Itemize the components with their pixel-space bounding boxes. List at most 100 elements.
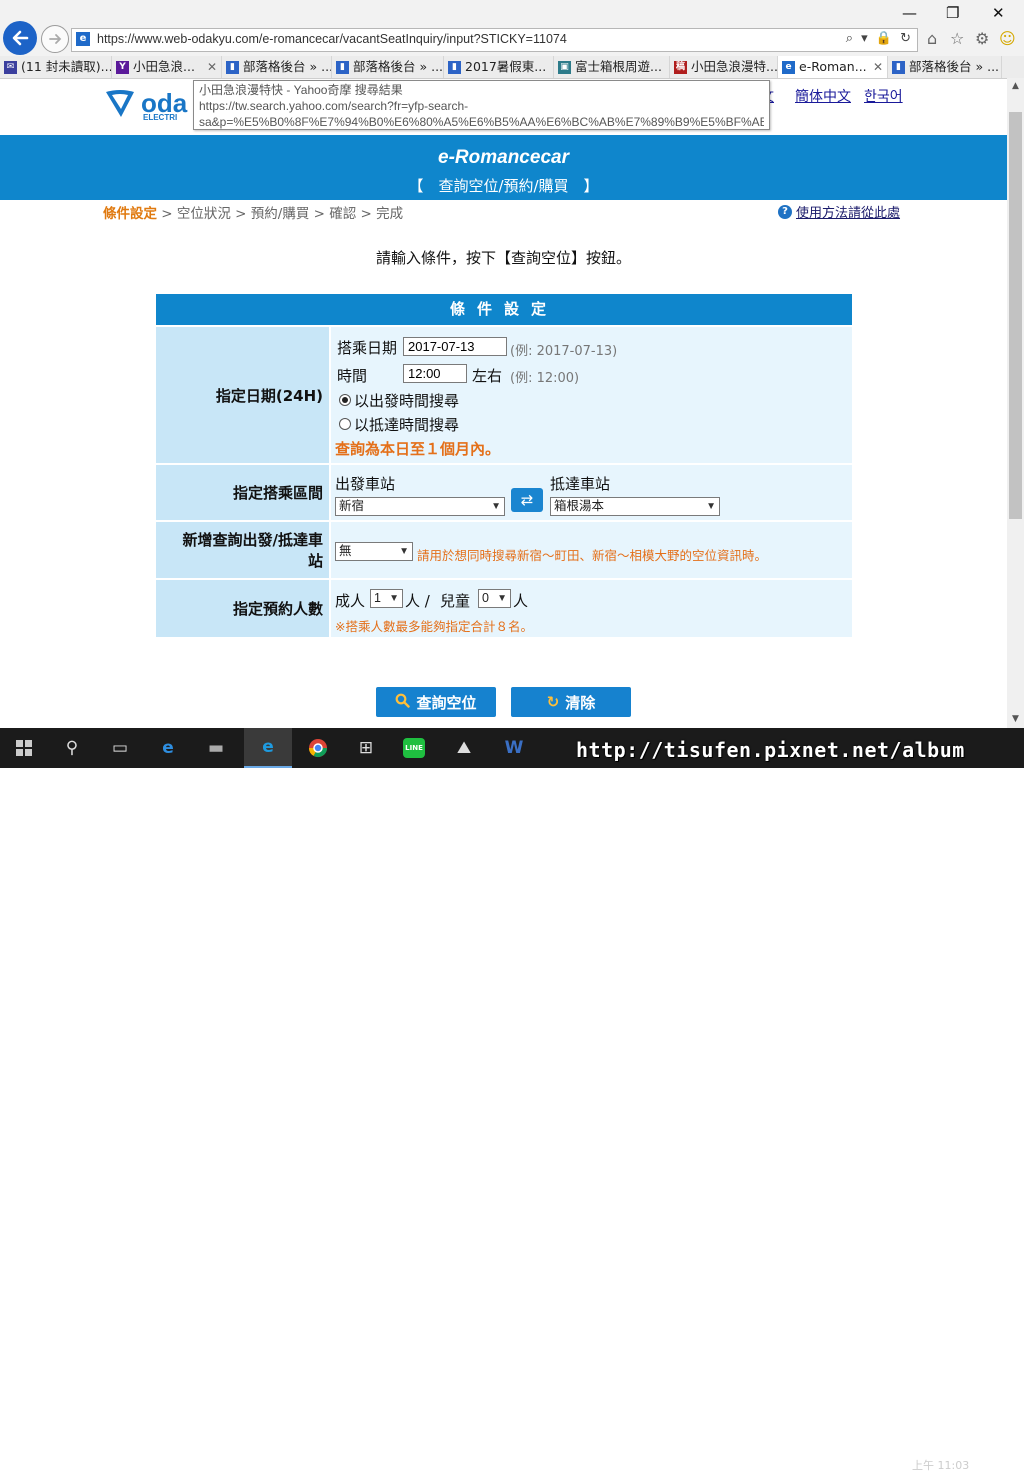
lang-link-korean[interactable]: 한국어 (864, 86, 903, 106)
extra-stations-label-line1: 新增查詢出發/抵達車 (182, 531, 323, 549)
extra-stations-select[interactable]: 無 ▼ (335, 542, 413, 561)
edge-browser-icon[interactable]: e (144, 728, 192, 768)
radio-arrival-label[interactable]: 以抵達時間搜尋 (354, 414, 459, 435)
date-label: 搭乘日期 (337, 339, 398, 357)
radio-search-by-arrival[interactable] (339, 418, 351, 430)
help-link[interactable]: ? 使用方法請從此處 (778, 202, 900, 221)
taskbar-search-icon[interactable]: ⚲ (48, 728, 96, 768)
time-label: 時間 (337, 367, 368, 385)
time-suffix: 左右 (472, 367, 503, 385)
extra-stations-note: 請用於想同時搜尋新宿～町田、新宿～相模大野的空位資訊時。 (417, 548, 768, 563)
forward-button[interactable] (41, 25, 69, 53)
breadcrumb-current: 條件設定 (103, 206, 157, 222)
tab-close-icon[interactable]: ✕ (207, 56, 221, 78)
tab-blog-admin-2[interactable]: ▮ 部落格後台 » ... (332, 56, 444, 78)
arrow-left-icon (12, 30, 29, 46)
internet-explorer-icon[interactable]: e (244, 728, 292, 768)
chevron-down-icon: ▼ (389, 593, 399, 604)
child-count-value: 0 (482, 591, 489, 605)
home-icon[interactable]: ⌂ (927, 29, 937, 48)
tab-yahoo[interactable]: Y 小田急浪... ✕ (112, 56, 222, 78)
blog-icon: ▮ (892, 60, 905, 74)
line-app-icon[interactable]: LINE (390, 728, 438, 768)
task-view-icon[interactable]: ▭ (96, 728, 144, 768)
back-button[interactable] (3, 21, 37, 55)
from-station-label: 出發車站 (335, 475, 396, 493)
from-station-value: 新宿 (339, 499, 365, 513)
clear-button-label: 清除 (565, 693, 596, 712)
adult-label: 成人 (335, 592, 366, 610)
date-input[interactable] (403, 337, 507, 356)
tab-odakyu-romancecar[interactable]: 稿 小田急浪漫特... (670, 56, 778, 78)
close-window-icon[interactable]: ✕ (992, 4, 1005, 22)
yahoo-icon: Y (116, 60, 129, 74)
date-section: 搭乘日期 (例: 2017-07-13) 時間 左右 (例: 12:00) 以出… (331, 327, 852, 463)
address-url[interactable]: https://www.web-odakyu.com/e-romancecar/… (97, 32, 567, 46)
address-bar[interactable]: e https://www.web-odakyu.com/e-romanceca… (71, 28, 918, 52)
clear-button[interactable]: ↻ 清除 (511, 687, 631, 717)
tab-label: 富士箱根周遊... (575, 59, 662, 74)
breadcrumb-steps: > 空位狀況 > 預約/購買 > 確認 > 完成 (157, 206, 404, 222)
tab-e-romancecar[interactable]: e e-Roman... ✕ (778, 56, 888, 78)
search-icon (395, 693, 411, 712)
smiley-feedback-icon[interactable]: ☺ (999, 29, 1016, 48)
tab-summer-trip[interactable]: ▮ 2017暑假東... (444, 56, 554, 78)
tab-label: 小田急浪漫特... (691, 59, 778, 74)
passenger-section: 成人 1 ▼ 人 / 兒童 0 ▼ 人 ※搭乘人數最多能夠指定合計８名。 (331, 580, 852, 637)
page-scrollbar[interactable]: ▲ ▼ (1007, 78, 1024, 728)
settings-gear-icon[interactable]: ⚙ (975, 29, 989, 48)
adult-count-select[interactable]: 1 ▼ (370, 589, 403, 608)
ie-icon: e (782, 60, 795, 74)
tab-hover-tooltip: 小田急浪漫特快 - Yahoo奇摩 搜尋結果 https://tw.search… (193, 80, 770, 130)
tab-label: (11 封未讀取)... (21, 59, 112, 74)
lang-link-simplified-chinese[interactable]: 簡体中文 (795, 86, 851, 106)
windows-start-icon[interactable] (0, 728, 48, 768)
child-count-select[interactable]: 0 ▼ (478, 589, 511, 608)
tab-close-icon[interactable]: ✕ (873, 56, 887, 78)
swap-stations-button[interactable]: ⇄ (511, 488, 543, 512)
file-explorer-icon[interactable]: ▬ (192, 728, 240, 768)
time-input[interactable] (403, 364, 467, 383)
tooltip-title: 小田急浪漫特快 - Yahoo奇摩 搜尋結果 (199, 83, 403, 97)
extra-stations-label: 新增查詢出發/抵達車 站 (156, 522, 329, 578)
extra-stations-label-line2: 站 (307, 552, 323, 570)
taskbar-clock[interactable]: 上午 11:03 (912, 1457, 969, 1473)
tab-label: 小田急浪... (133, 59, 195, 74)
to-station-label: 抵達車站 (550, 475, 611, 493)
address-tools[interactable]: ⌕ ▾ 🔒 ↻ (846, 31, 913, 46)
blog-icon: ▮ (226, 60, 239, 74)
odakyu-logo[interactable]: oda ELECTRI (103, 86, 193, 122)
to-station-select[interactable]: 箱根湯本 ▼ (550, 497, 720, 516)
chevron-down-icon: ▼ (399, 546, 409, 557)
tab-label: 部落格後台 » ... (353, 59, 444, 74)
restore-icon[interactable]: ❐ (946, 4, 959, 22)
passenger-section-label: 指定預約人數 (156, 580, 329, 637)
tooltip-url-line2: sa&p=%E5%B0%8F%E7%94%B0%E6%80%A5%E6%B5%A… (199, 115, 764, 129)
adult-unit: 人 / (405, 592, 430, 610)
from-station-select[interactable]: 新宿 ▼ (335, 497, 505, 516)
scroll-up-icon[interactable]: ▲ (1007, 78, 1024, 95)
logo-subtext: ELECTRI (143, 113, 178, 122)
mail-icon: ✉ (4, 60, 17, 74)
tab-blog-admin-1[interactable]: ▮ 部落格後台 » ... (222, 56, 332, 78)
breadcrumb: 條件設定 > 空位狀況 > 預約/購買 > 確認 > 完成 (103, 202, 403, 222)
date-hint: (例: 2017-07-13) (510, 344, 618, 359)
photos-icon[interactable]: ⛰ (440, 728, 488, 768)
scroll-down-icon[interactable]: ▼ (1007, 711, 1024, 728)
tab-blog-admin-3[interactable]: ▮ 部落格後台 » ... (888, 56, 1002, 78)
favorites-star-icon[interactable]: ☆ (950, 29, 964, 48)
word-icon[interactable]: W (490, 728, 538, 768)
search-vacancy-button[interactable]: 查詢空位 (376, 687, 496, 717)
child-label: 兒童 (440, 592, 471, 610)
tab-label: 部落格後台 » ... (243, 59, 332, 74)
tab-mail[interactable]: ✉ (11 封未讀取)... (0, 56, 112, 78)
radio-departure-label[interactable]: 以出發時間搜尋 (354, 390, 459, 411)
scrollbar-thumb[interactable] (1009, 112, 1022, 519)
store-icon[interactable]: ⊞ (342, 728, 390, 768)
tab-fuji-hakone[interactable]: ▣ 富士箱根周遊... (554, 56, 670, 78)
radio-search-by-departure[interactable] (339, 394, 351, 406)
date-section-label: 指定日期(24H) (156, 327, 329, 463)
chrome-icon[interactable] (294, 728, 342, 768)
tab-bar: ✉ (11 封未讀取)... Y 小田急浪... ✕ ▮ 部落格後台 » ...… (0, 56, 1024, 79)
minimize-icon[interactable]: — (902, 4, 917, 22)
